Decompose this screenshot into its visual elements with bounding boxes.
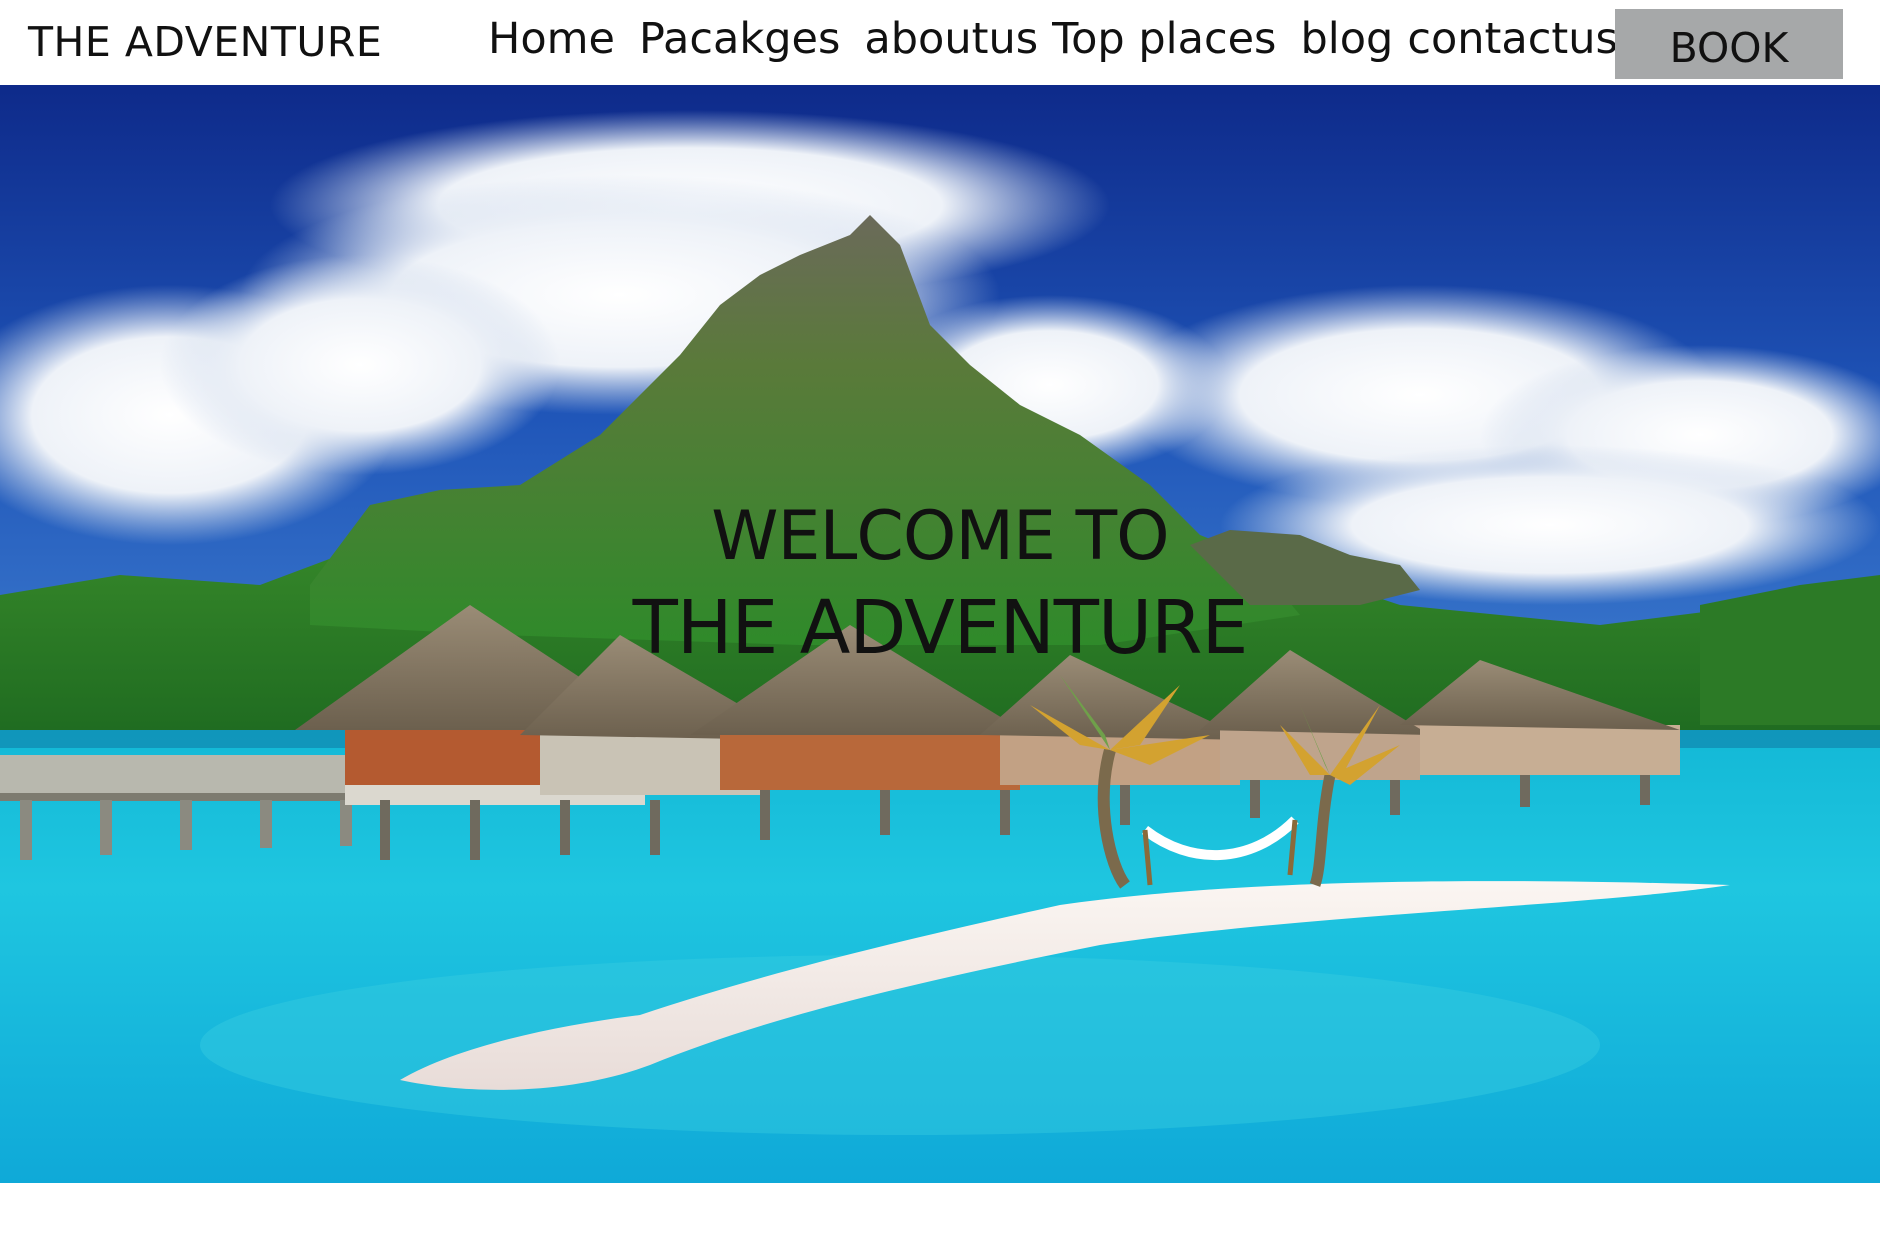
nav-link-home[interactable]: Home — [488, 14, 615, 64]
top-navbar: THE ADVENTURE Home Pacakges aboutus Top … — [0, 0, 1880, 85]
hero-banner: WELCOME TO THE ADVENTURE — [0, 85, 1880, 1183]
nav-link-top-places[interactable]: Top places — [1052, 14, 1276, 64]
nav-link-aboutus[interactable]: aboutus — [864, 14, 1038, 64]
nav-menu: Home Pacakges aboutus Top places blog co… — [488, 14, 1618, 64]
hero-welcome-text: WELCOME TO — [711, 497, 1169, 576]
hero-title-text: THE ADVENTURE — [632, 585, 1249, 671]
book-button[interactable]: BOOK — [1615, 9, 1843, 79]
brand-logo-text[interactable]: THE ADVENTURE — [28, 18, 382, 66]
nav-link-contactus[interactable]: contactus — [1407, 14, 1618, 64]
nav-link-blog[interactable]: blog — [1300, 14, 1393, 64]
nav-link-packages[interactable]: Pacakges — [639, 14, 840, 64]
